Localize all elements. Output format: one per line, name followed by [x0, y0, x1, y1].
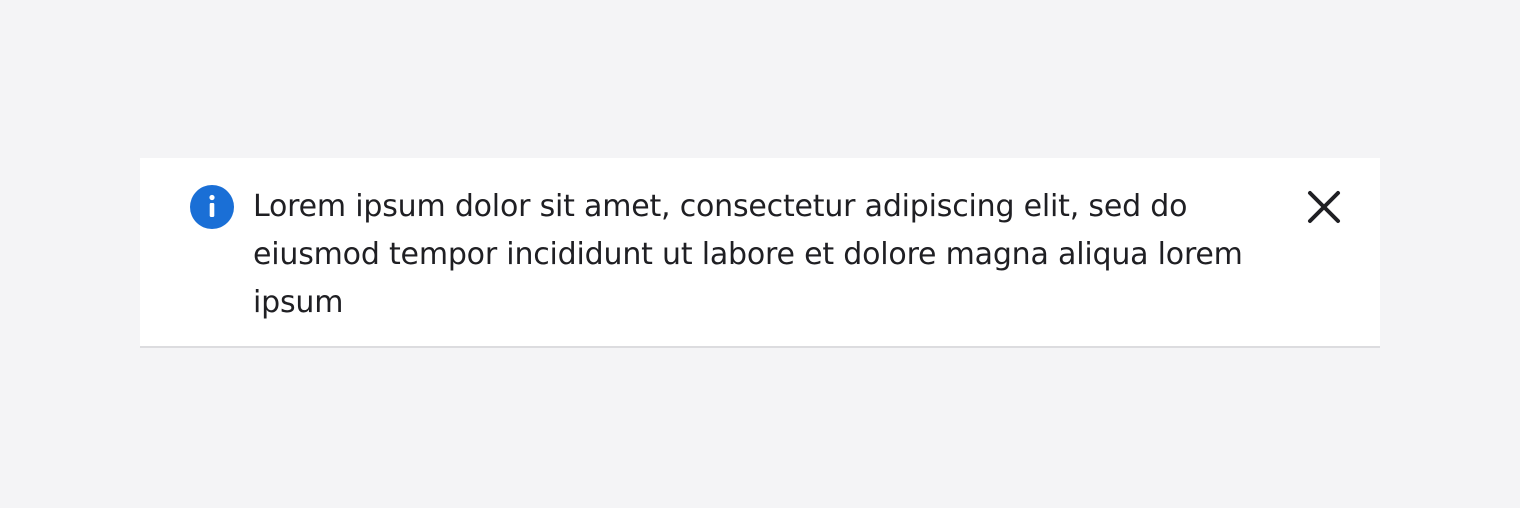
close-icon	[1302, 185, 1346, 229]
close-button[interactable]	[1302, 185, 1346, 229]
info-icon	[190, 185, 234, 229]
notification-message: Lorem ipsum dolor sit amet, consectetur …	[253, 189, 1243, 320]
info-notification-banner: Lorem ipsum dolor sit amet, consectetur …	[140, 158, 1380, 348]
